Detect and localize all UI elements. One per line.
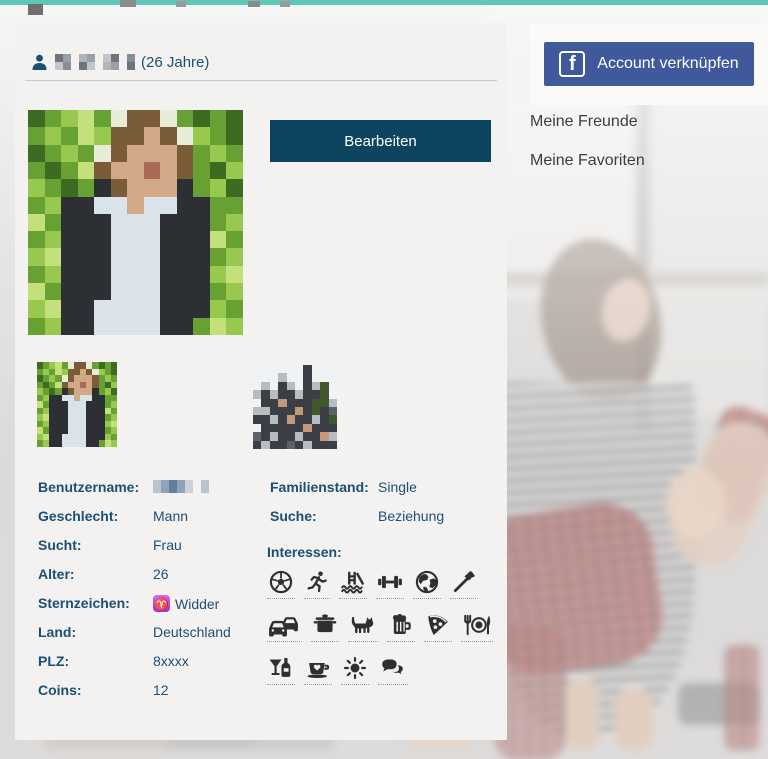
essen-gehen-icon	[461, 612, 493, 642]
browser-artifact	[280, 1, 290, 7]
top-accent-bar	[0, 0, 768, 5]
attribute-row-familienstand: Familienstand: Single	[270, 479, 444, 508]
bier-icon	[387, 612, 415, 642]
attribute-label: Alter:	[38, 566, 153, 582]
heimwerken-icon	[450, 569, 478, 599]
profile-header: (26 Jahre)	[32, 51, 209, 73]
attribute-value: 26	[153, 566, 169, 582]
attribute-value: Frau	[153, 537, 182, 553]
attributes-right-column: Familienstand: Single Suche: Beziehung	[270, 479, 444, 537]
attribute-value: Mann	[153, 508, 188, 524]
fitness-icon	[376, 569, 404, 599]
sidebar-link-meine-favoriten[interactable]: Meine Favoriten	[530, 152, 645, 170]
attribute-label: Familienstand:	[270, 479, 378, 495]
attribute-row-geschlecht: Geschlecht: Mann	[38, 508, 231, 537]
facebook-connect-button[interactable]: f Account verknüpfen	[544, 42, 754, 86]
profile-card: (26 Jahre) Bearbeiten Benutzername: Gesc…	[15, 23, 507, 740]
attribute-label: PLZ:	[38, 653, 153, 669]
interests-grid	[267, 569, 493, 685]
interests-section: Interessen:	[267, 544, 493, 698]
photo-thumbnail-1[interactable]	[37, 362, 117, 447]
interest-row	[267, 655, 493, 685]
attribute-row-sternzeichen: Sternzeichen: ♈ Widder	[38, 595, 231, 624]
browser-artifact	[28, 4, 43, 15]
attribute-row-benutzername: Benutzername:	[38, 479, 231, 508]
attribute-value: Single	[378, 479, 417, 495]
profile-photo-main	[28, 110, 243, 335]
pixelated-display-name	[55, 54, 135, 70]
kaffee-icon	[304, 655, 332, 685]
attribute-row-suche: Suche: Beziehung	[270, 508, 444, 537]
pizza-icon	[424, 612, 452, 642]
browser-artifact	[176, 1, 186, 7]
attribute-row-alter: Alter: 26	[38, 566, 231, 595]
attribute-label: Land:	[38, 624, 153, 640]
schwimmen-icon	[339, 569, 367, 599]
zodiac-value: Widder	[175, 596, 219, 612]
attribute-row-coins: Coins: 12	[38, 682, 231, 711]
age-label: (26 Jahre)	[141, 54, 209, 71]
attribute-value: 8xxxx	[153, 653, 189, 669]
attribute-value	[153, 479, 217, 493]
user-icon	[32, 54, 47, 71]
fussball-icon	[267, 569, 295, 599]
sidebar-link-meine-freunde[interactable]: Meine Freunde	[530, 113, 645, 131]
cocktails-icon	[267, 655, 295, 685]
attribute-row-sucht: Sucht: Frau	[38, 537, 231, 566]
header-divider	[25, 80, 497, 81]
browser-artifact	[248, 1, 260, 7]
interest-row	[267, 569, 493, 599]
attribute-label: Geschlecht:	[38, 508, 153, 524]
chatten-icon	[378, 655, 408, 685]
facebook-icon: f	[559, 51, 585, 77]
sonne-icon	[341, 655, 369, 685]
attribute-label: Sucht:	[38, 537, 153, 553]
browser-artifact	[120, 0, 136, 7]
edit-profile-button[interactable]: Bearbeiten	[270, 120, 491, 162]
sidebar-links: Meine Freunde Meine Favoriten	[530, 113, 645, 191]
photo-thumbnail-2[interactable]	[253, 365, 337, 449]
autos-icon	[267, 612, 302, 642]
reisen-icon	[413, 569, 441, 599]
attribute-row-land: Land: Deutschland	[38, 624, 231, 653]
haustiere-icon	[348, 612, 378, 642]
attribute-row-plz: PLZ: 8xxxx	[38, 653, 231, 682]
attribute-value: Deutschland	[153, 624, 231, 640]
facebook-button-label: Account verknüpfen	[597, 55, 738, 73]
attribute-label: Coins:	[38, 682, 153, 698]
interests-label: Interessen:	[267, 544, 493, 560]
aries-badge-icon: ♈	[153, 595, 170, 612]
attribute-value: ♈ Widder	[153, 595, 219, 612]
attribute-label: Benutzername:	[38, 479, 153, 495]
attributes-left-column: Benutzername: Geschlecht: Mann Sucht: Fr…	[38, 479, 231, 711]
attribute-value: 12	[153, 682, 169, 698]
attribute-value: Beziehung	[378, 508, 444, 524]
attribute-label: Sternzeichen:	[38, 595, 153, 611]
kochen-icon	[311, 612, 339, 642]
facebook-panel: f Account verknüpfen	[530, 23, 768, 105]
attribute-label: Suche:	[270, 508, 378, 524]
joggen-icon	[304, 569, 330, 599]
pixelated-username	[153, 480, 217, 493]
interest-row	[267, 612, 493, 642]
